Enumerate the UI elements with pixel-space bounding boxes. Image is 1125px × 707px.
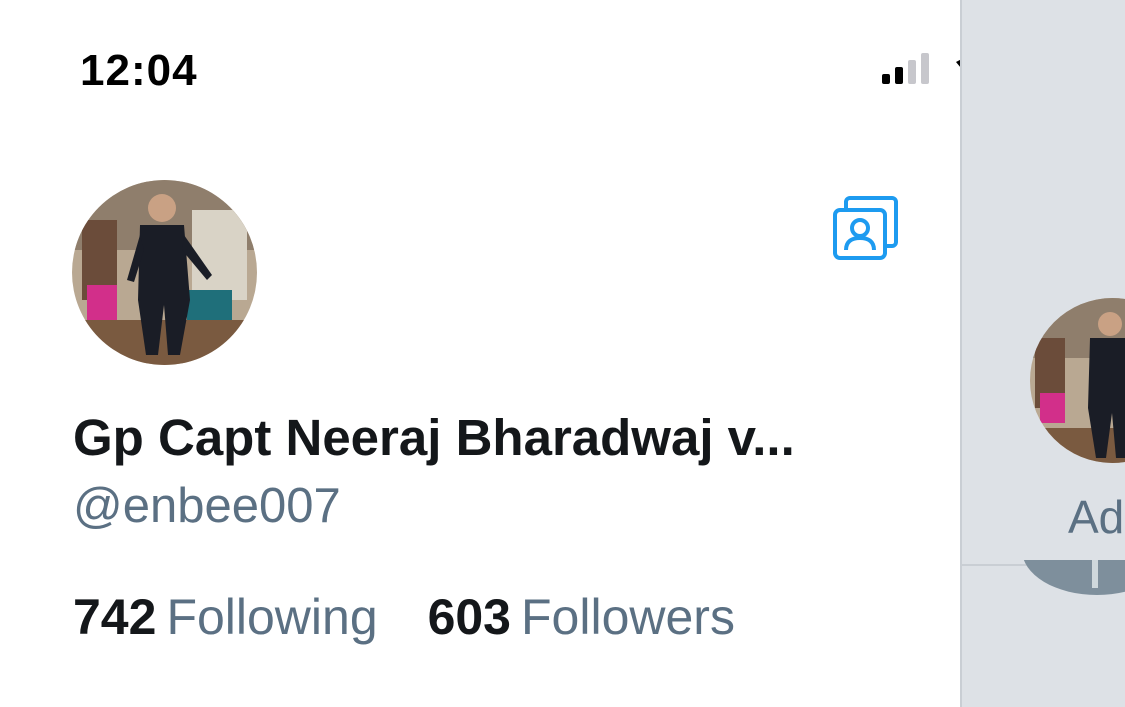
- followers-count: 603: [427, 589, 511, 645]
- background-partial-text: Ad: [1068, 491, 1125, 543]
- user-handle: @enbee007: [73, 479, 341, 533]
- profile-avatar[interactable]: [72, 180, 257, 365]
- followers-label: Followers: [521, 589, 735, 645]
- status-time: 12:04: [80, 46, 198, 95]
- switch-accounts-button[interactable]: [830, 192, 902, 264]
- follow-stats: 742 Following 603 Followers: [73, 588, 735, 646]
- display-name[interactable]: Gp Capt Neeraj Bharadwaj v...: [73, 408, 795, 467]
- followers-stat[interactable]: 603 Followers: [428, 588, 735, 646]
- background-avatar-partial: [1022, 560, 1125, 630]
- following-count: 742: [73, 589, 157, 645]
- background-avatar: [1030, 298, 1125, 463]
- switch-accounts-icon: [833, 196, 898, 260]
- side-drawer: 12:04 Gp Capt Neeraj Bharadwaj v... @enb…: [0, 0, 1083, 707]
- background-content-panel: Ad: [960, 0, 1125, 707]
- following-stat[interactable]: 742 Following: [73, 588, 378, 646]
- following-label: Following: [166, 589, 378, 645]
- signal-icon: [882, 53, 929, 84]
